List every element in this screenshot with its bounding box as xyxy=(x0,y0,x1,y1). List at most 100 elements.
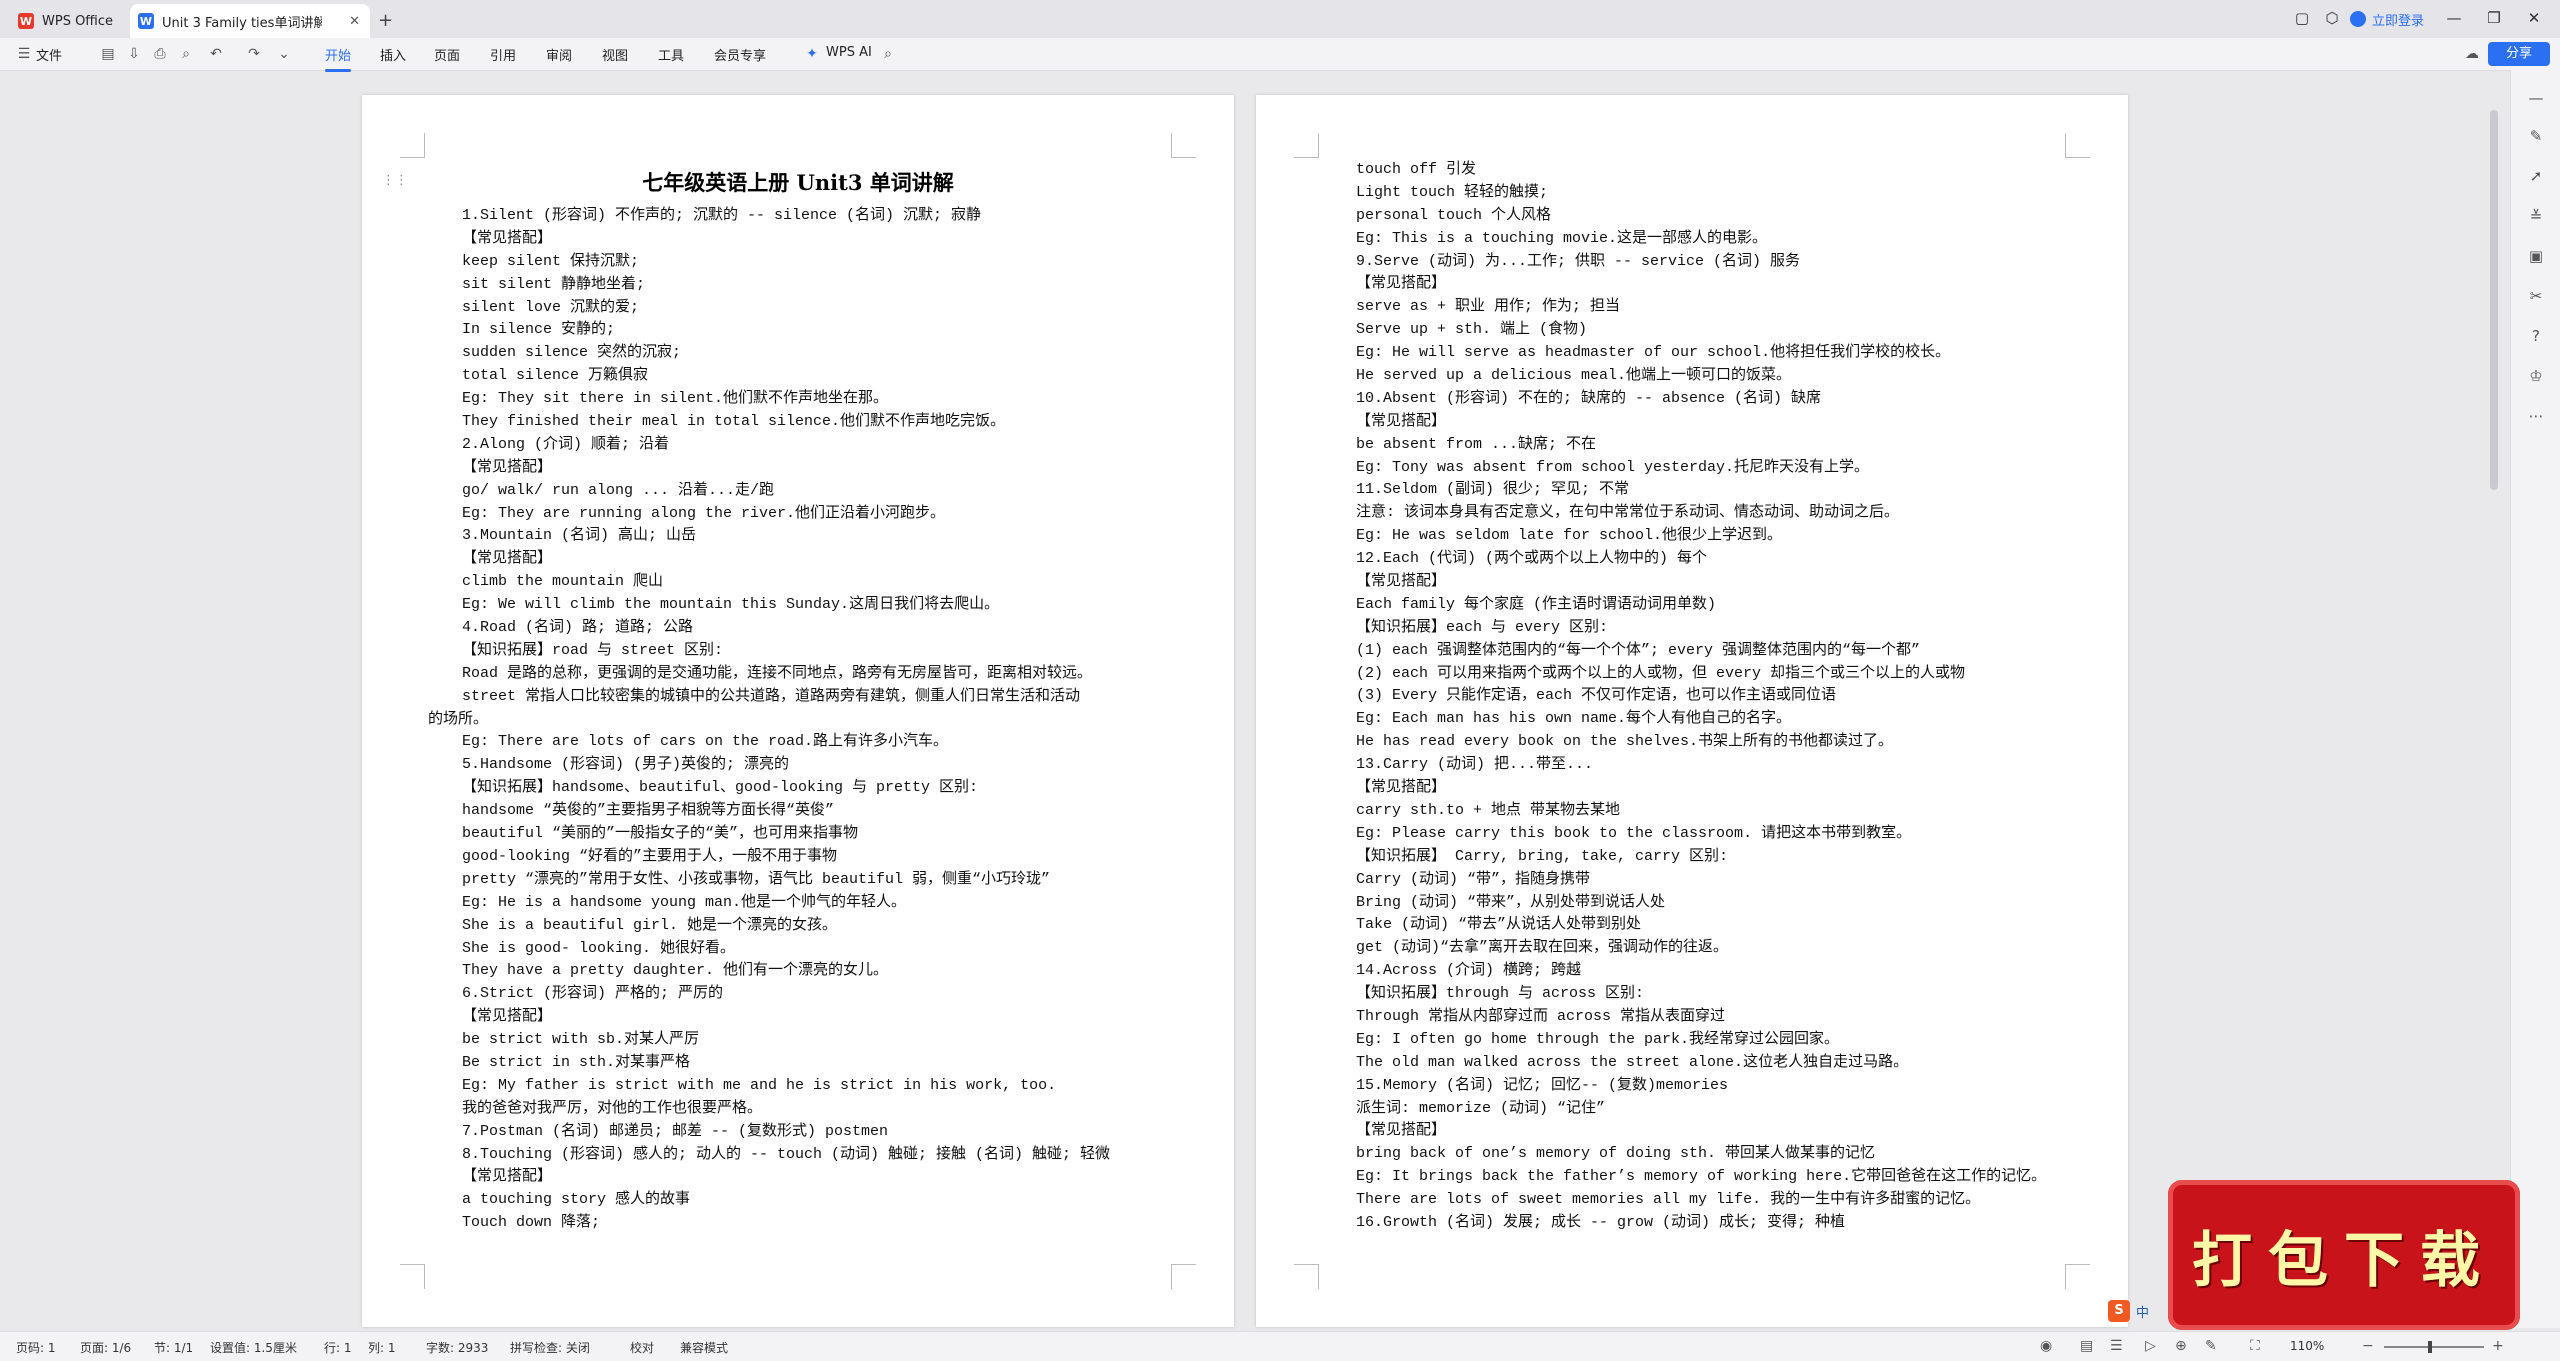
redo-icon[interactable]: ↷ xyxy=(246,46,262,62)
text-line: Eg: We will climb the mountain this Sund… xyxy=(462,596,1000,614)
shirt-icon[interactable]: ♔ xyxy=(2526,366,2546,386)
word-doc-icon: W xyxy=(138,13,154,29)
text-line: street 常指人口比较密集的城镇中的公共道路，道路两旁有建筑，侧重人们日常生… xyxy=(462,687,1081,705)
login-button[interactable]: 立即登录 xyxy=(2350,8,2424,30)
text-line: She is a beautiful girl. 她是一个漂亮的女孩。 xyxy=(462,916,838,934)
document-page-1[interactable]: ⋮⋮ 七年级英语上册 Unit3 单词讲解 1.Silent (形容词) 不作声… xyxy=(362,95,1234,1327)
tab-review[interactable]: 审阅 xyxy=(546,45,572,64)
page-corner-mark xyxy=(1294,133,1319,158)
text-line: The old man walked across the street alo… xyxy=(1356,1053,1909,1071)
image-icon[interactable]: ▣ xyxy=(2526,246,2546,266)
tab-tools[interactable]: 工具 xyxy=(658,45,684,64)
status-proofread[interactable]: 校对 xyxy=(630,1339,654,1356)
wps-ai-button[interactable]: WPS AI xyxy=(826,45,872,60)
new-tab-button[interactable]: + xyxy=(378,10,393,31)
text-line: 【常见搭配】 xyxy=(1356,1122,1447,1140)
minimize-button[interactable]: — xyxy=(2440,6,2468,30)
cube-icon[interactable]: ⬡ xyxy=(2318,6,2346,30)
status-section[interactable]: 节: 1/1 xyxy=(154,1339,193,1356)
text-line: climb the mountain 爬山 xyxy=(462,573,664,591)
download-banner-label: 打包下载 xyxy=(2192,1225,2496,1296)
play-icon[interactable]: ▷ xyxy=(2145,1338,2156,1354)
adjust-icon[interactable]: ≚ xyxy=(2526,206,2546,226)
print-preview-icon[interactable]: ⌕ xyxy=(178,46,194,62)
share-button[interactable]: 分享 xyxy=(2488,42,2550,66)
text-line: carry sth.to + 地点 带某物去某地 xyxy=(1356,801,1621,819)
text-line: 【常见搭配】 xyxy=(462,1008,553,1026)
text-line: Eg: Please carry this book to the classr… xyxy=(1356,824,1912,842)
tools-icon[interactable]: ✂ xyxy=(2526,286,2546,306)
page-corner-mark xyxy=(1171,1264,1196,1289)
page-1-text: 1.Silent (形容词) 不作声的; 沉默的 -- silence (名词)… xyxy=(428,205,1174,1235)
document-title: 七年级英语上册 Unit3 单词讲解 xyxy=(642,170,954,195)
text-line: Carry (动词) “带”，指随身携带 xyxy=(1356,870,1591,888)
status-col[interactable]: 列: 1 xyxy=(368,1339,396,1356)
restore-button[interactable]: ❐ xyxy=(2480,6,2508,30)
vertical-scrollbar[interactable] xyxy=(2490,110,2498,1328)
zoom-out-icon[interactable]: − xyxy=(2362,1338,2374,1354)
text-line: Eg: He will serve as headmaster of our s… xyxy=(1356,344,1951,362)
zoom-slider[interactable] xyxy=(2384,1346,2484,1348)
text-line: (1) each 强调整体范围内的“每一个个体”; every 强调整体范围内的… xyxy=(1356,641,1921,659)
collapse-icon[interactable]: — xyxy=(2526,88,2546,108)
status-spell-check[interactable]: 拼写检查: 关闭 xyxy=(510,1339,590,1356)
text-line: Through 常指从内部穿过而 across 常指从表面穿过 xyxy=(1356,1007,1726,1025)
text-line: good-looking “好看的”主要用于人，一般不用于事物 xyxy=(462,847,838,865)
zoom-slider-knob[interactable] xyxy=(2428,1341,2432,1353)
print-icon[interactable]: ⎙ xyxy=(152,46,168,62)
more-icon[interactable]: ⋯ xyxy=(2526,406,2546,426)
save-icon[interactable]: ▤ xyxy=(100,46,116,62)
file-menu[interactable]: 文件 xyxy=(36,45,62,64)
text-line: 7.Postman (名词) 邮递员; 邮差 -- (复数形式) postmen xyxy=(462,1122,889,1140)
close-window-button[interactable]: ✕ xyxy=(2520,6,2548,30)
tab-references[interactable]: 引用 xyxy=(490,45,516,64)
status-page[interactable]: 页码: 1 xyxy=(16,1339,56,1356)
download-banner[interactable]: 打包下载 xyxy=(2168,1180,2520,1330)
zoom-level[interactable]: 110% xyxy=(2290,1339,2324,1353)
tab-page[interactable]: 页面 xyxy=(434,45,460,64)
fit-screen-icon[interactable]: ⛶ xyxy=(2250,1338,2260,1354)
text-line: (2) each 可以用来指两个或两个以上的人或物，但 every 却指三个或三… xyxy=(1356,664,1966,682)
layout-icon[interactable]: ▢ xyxy=(2288,6,2316,30)
status-row[interactable]: 行: 1 xyxy=(324,1339,352,1356)
text-line: personal touch 个人风格 xyxy=(1356,206,1552,224)
select-cursor-icon[interactable]: ➚ xyxy=(2526,166,2546,186)
text-line: Eg: Tony was absent from school yesterda… xyxy=(1356,458,1870,476)
text-line: Eg: Each man has his own name.每个人有他自己的名字… xyxy=(1356,710,1792,728)
text-line: 【知识拓展】handsome、beautiful、good-looking 与 … xyxy=(462,779,979,797)
export-icon[interactable]: ⇩ xyxy=(126,46,142,62)
tab-view[interactable]: 视图 xyxy=(602,45,628,64)
status-word-count[interactable]: 字数: 2933 xyxy=(426,1339,488,1356)
pen-icon[interactable]: ✎ xyxy=(2526,126,2546,146)
page-view-icon[interactable]: ▤ xyxy=(2080,1338,2093,1354)
text-line: Bring (动词) “带来”，从别处带到说话人处 xyxy=(1356,893,1666,911)
page-corner-mark xyxy=(1294,1264,1319,1289)
tab-wps-home[interactable]: W WPS Office xyxy=(8,4,138,38)
search-icon[interactable]: ⌕ xyxy=(880,46,896,62)
web-view-icon[interactable]: ⊕ xyxy=(2175,1338,2187,1354)
document-page-2[interactable]: touch off 引发 Light touch 轻轻的触摸; personal t… xyxy=(1256,95,2128,1327)
text-line: bring back of one’s memory of doing sth.… xyxy=(1356,1145,1876,1163)
undo-icon[interactable]: ↶ xyxy=(208,46,224,62)
text-line: Take (动词) “带去”从说话人处带到别处 xyxy=(1356,916,1642,934)
tab-member[interactable]: 会员专享 xyxy=(714,45,766,64)
tab-document[interactable]: W Unit 3 Family ties单词讲解.docx ✕ xyxy=(130,4,370,38)
status-pages[interactable]: 页面: 1/6 xyxy=(80,1339,131,1356)
edit-icon[interactable]: ✎ xyxy=(2205,1338,2217,1354)
text-line: silent love 沉默的爱; xyxy=(462,298,640,316)
status-setting[interactable]: 设置值: 1.5厘米 xyxy=(210,1339,297,1356)
more-dropdown-icon[interactable]: ⌄ xyxy=(276,46,292,62)
tab-insert[interactable]: 插入 xyxy=(380,45,406,64)
zoom-in-icon[interactable]: + xyxy=(2492,1338,2504,1354)
text-line: Eg: He was seldom late for school.他很少上学迟… xyxy=(1356,527,1783,545)
text-line: He has read every book on the shelves.书架… xyxy=(1356,733,1894,751)
tab-home[interactable]: 开始 xyxy=(325,45,352,72)
eye-icon[interactable]: ◉ xyxy=(2040,1338,2052,1354)
scrollbar-thumb[interactable] xyxy=(2490,110,2498,490)
cloud-sync-icon[interactable]: ☁ xyxy=(2464,46,2480,62)
list-view-icon[interactable]: ☰ xyxy=(2110,1338,2123,1354)
close-tab-icon[interactable]: ✕ xyxy=(349,14,360,29)
menu-icon[interactable]: ☰ xyxy=(16,46,32,62)
text-line: 【常见搭配】 xyxy=(462,550,553,568)
help-icon[interactable]: ? xyxy=(2526,326,2546,346)
